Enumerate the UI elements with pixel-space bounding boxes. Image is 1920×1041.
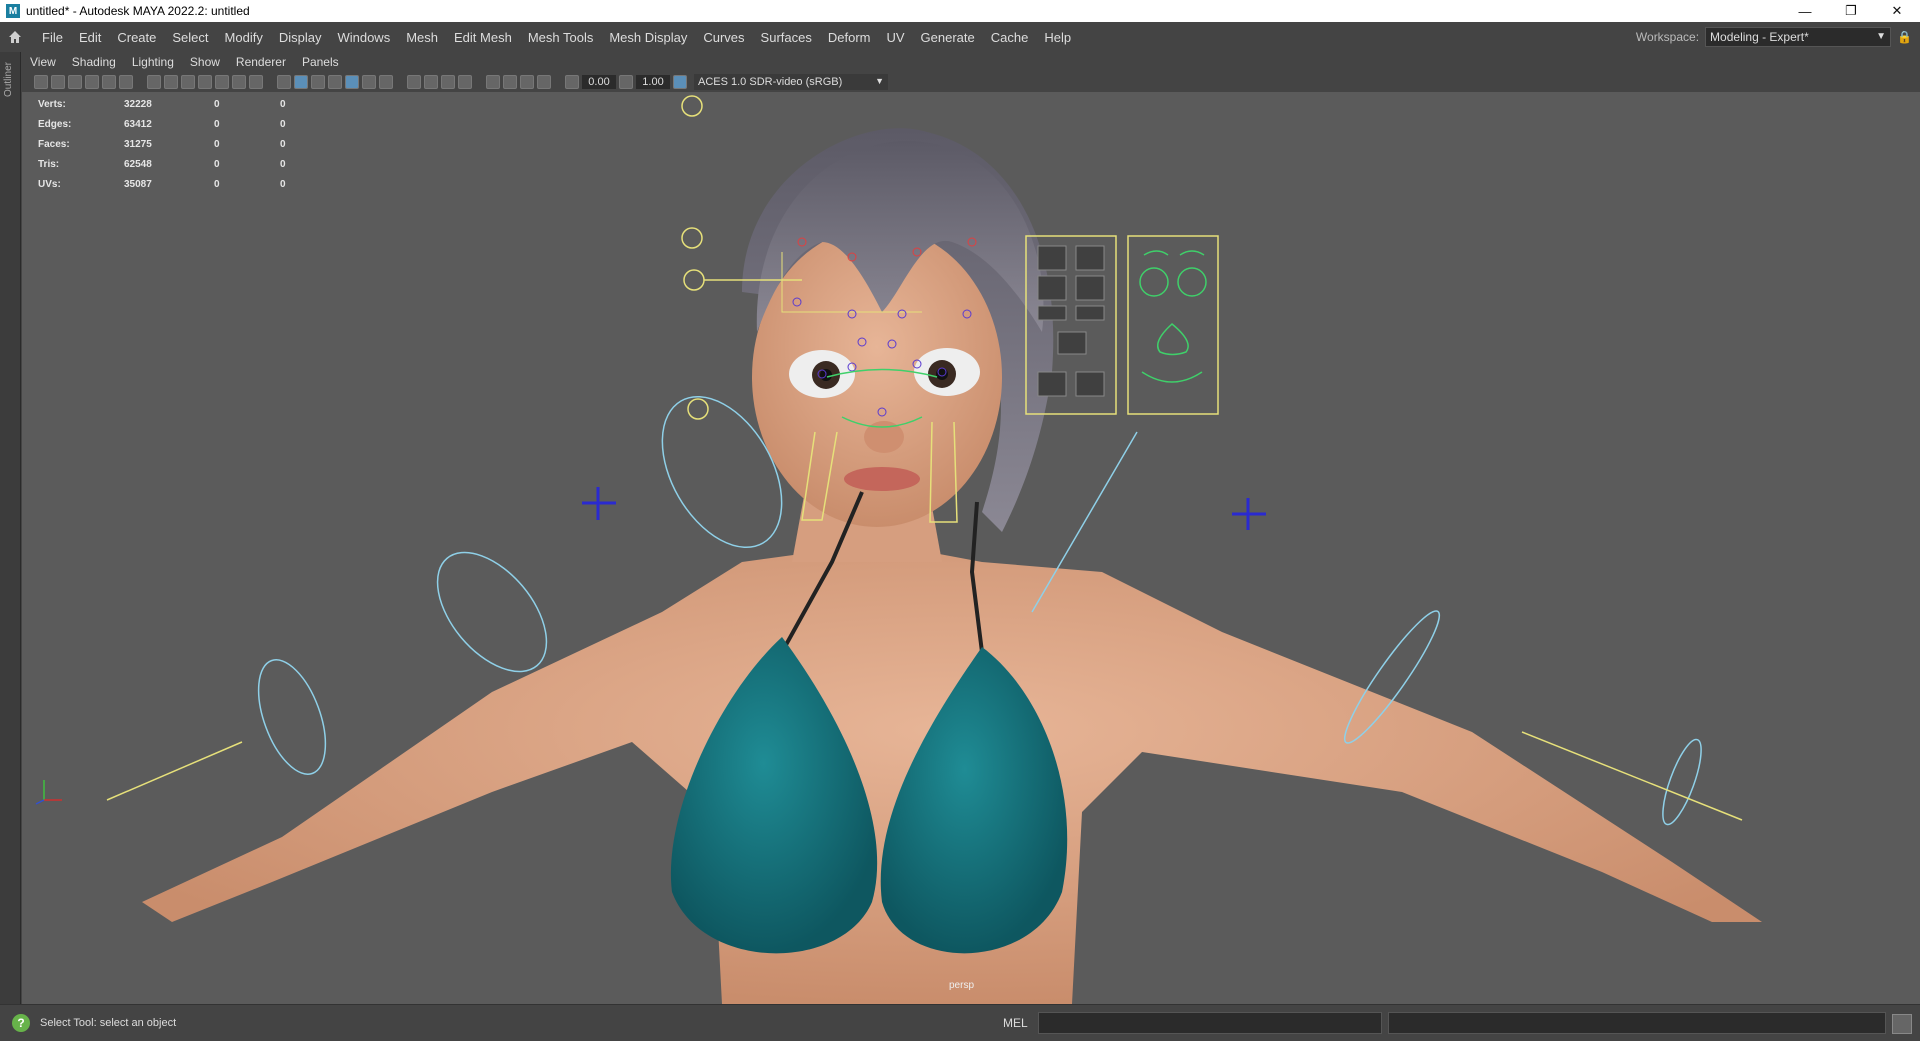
menu-uv[interactable]: UV (878, 30, 912, 45)
menu-cache[interactable]: Cache (983, 30, 1037, 45)
title-bar: M untitled* - Autodesk MAYA 2022.2: unti… (0, 0, 1920, 22)
main-menu-bar: File Edit Create Select Modify Display W… (0, 22, 1920, 52)
home-icon[interactable] (6, 28, 24, 46)
image-plane-icon[interactable] (102, 75, 116, 89)
exposure-field[interactable]: 0.00 (582, 75, 616, 89)
axis-gizmo (35, 780, 62, 805)
menu-edit[interactable]: Edit (71, 30, 109, 45)
menu-modify[interactable]: Modify (217, 30, 271, 45)
menu-display[interactable]: Display (271, 30, 330, 45)
xray-active-icon[interactable] (520, 75, 534, 89)
hud-row-uvs: UVs: 35087 0 0 (38, 178, 286, 190)
panel-toolbar: 0.00 1.00 ACES 1.0 SDR-video (sRGB) ▼ (22, 72, 1920, 92)
panel-menu-lighting[interactable]: Lighting (124, 55, 182, 69)
menu-generate[interactable]: Generate (913, 30, 983, 45)
camera-label: persp (949, 980, 975, 991)
chevron-down-icon: ▼ (875, 76, 884, 86)
workspace-label: Workspace: (1635, 30, 1700, 44)
exposure-icon[interactable] (565, 75, 579, 89)
menu-curves[interactable]: Curves (695, 30, 752, 45)
color-space-dropdown[interactable]: ACES 1.0 SDR-video (sRGB) ▼ (694, 74, 888, 90)
menu-mesh[interactable]: Mesh (398, 30, 446, 45)
chevron-down-icon: ▼ (1876, 31, 1887, 42)
help-icon: ? (12, 1014, 30, 1032)
camera-attributes-icon[interactable] (68, 75, 82, 89)
menu-windows[interactable]: Windows (329, 30, 398, 45)
panel-menu-shading[interactable]: Shading (64, 55, 124, 69)
gate-mask-icon[interactable] (198, 75, 212, 89)
close-icon[interactable]: ✕ (1874, 0, 1920, 22)
script-editor-icon[interactable] (1892, 1014, 1912, 1034)
maya-app-icon: M (6, 4, 20, 18)
window-title: untitled* - Autodesk MAYA 2022.2: untitl… (26, 4, 250, 18)
shadows-icon[interactable] (362, 75, 376, 89)
menu-help[interactable]: Help (1036, 30, 1079, 45)
xray-joints-icon[interactable] (503, 75, 517, 89)
menu-file[interactable]: File (34, 30, 71, 45)
mel-label[interactable]: MEL (1003, 1016, 1028, 1030)
bookmark-icon[interactable] (85, 75, 99, 89)
menu-deform[interactable]: Deform (820, 30, 879, 45)
wireframe-icon[interactable] (277, 75, 291, 89)
menu-mesh-tools[interactable]: Mesh Tools (520, 30, 602, 45)
workspace-dropdown[interactable]: Modeling - Expert* ▼ (1705, 27, 1892, 47)
motion-blur-icon[interactable] (407, 75, 421, 89)
character-mouth[interactable] (844, 467, 920, 491)
hud-row-faces: Faces: 31275 0 0 (38, 138, 286, 150)
window-controls: — ❐ ✕ (1782, 0, 1920, 22)
hud-row-edges: Edges: 63412 0 0 (38, 118, 286, 130)
gamma-icon[interactable] (619, 75, 633, 89)
use-all-lights-icon[interactable] (345, 75, 359, 89)
anti-aliasing-icon[interactable] (424, 75, 438, 89)
help-message: Select Tool: select an object (40, 1017, 177, 1029)
field-chart-icon[interactable] (215, 75, 229, 89)
smooth-shade-icon[interactable] (294, 75, 308, 89)
outliner-label: Outliner (3, 62, 14, 98)
color-management-icon[interactable] (673, 75, 687, 89)
camera-lock-icon[interactable] (51, 75, 65, 89)
menu-edit-mesh[interactable]: Edit Mesh (446, 30, 520, 45)
menu-create[interactable]: Create (109, 30, 164, 45)
panel-menu-renderer[interactable]: Renderer (228, 55, 294, 69)
panel-menu-panels[interactable]: Panels (294, 55, 347, 69)
wireframe-on-shaded-icon[interactable] (311, 75, 325, 89)
hud-row-verts: Verts: 32228 0 0 (38, 98, 286, 110)
panel-menu-view[interactable]: View (22, 55, 64, 69)
camera-select-icon[interactable] (34, 75, 48, 89)
workspace-selector: Workspace: Modeling - Expert* ▼ 🔒 (1636, 22, 1920, 52)
safe-action-icon[interactable] (232, 75, 246, 89)
panel-menu-show[interactable]: Show (182, 55, 228, 69)
menu-mesh-display[interactable]: Mesh Display (601, 30, 695, 45)
gamma-field[interactable]: 1.00 (636, 75, 670, 89)
hud-row-tris: Tris: 62548 0 0 (38, 158, 286, 170)
restore-icon[interactable]: ❐ (1828, 0, 1874, 22)
resolution-gate-icon[interactable] (181, 75, 195, 89)
backface-culling-icon[interactable] (537, 75, 551, 89)
textured-icon[interactable] (328, 75, 342, 89)
screen-space-ao-icon[interactable] (379, 75, 393, 89)
outliner-strip[interactable]: Outliner (0, 52, 21, 1004)
viewport-scene[interactable] (22, 92, 1920, 1004)
xray-icon[interactable] (486, 75, 500, 89)
menu-select[interactable]: Select (164, 30, 216, 45)
lock-icon[interactable]: 🔒 (1897, 30, 1912, 44)
film-gate-icon[interactable] (164, 75, 178, 89)
menu-surfaces[interactable]: Surfaces (753, 30, 820, 45)
safe-title-icon[interactable] (249, 75, 263, 89)
grease-pencil-icon[interactable] (119, 75, 133, 89)
workspace-value: Modeling - Expert* (1710, 30, 1809, 44)
poly-count-hud: Verts: 32228 0 0 Edges: 63412 0 0 Faces:… (38, 94, 320, 194)
depth-of-field-icon[interactable] (441, 75, 455, 89)
color-space-value: ACES 1.0 SDR-video (sRGB) (698, 76, 843, 88)
grid-icon[interactable] (147, 75, 161, 89)
isolate-select-icon[interactable] (458, 75, 472, 89)
panel-menu-bar: View Shading Lighting Show Renderer Pane… (22, 52, 1920, 72)
mel-result-field (1388, 1012, 1886, 1034)
mel-command-input[interactable] (1038, 1012, 1382, 1034)
minimize-icon[interactable]: — (1782, 0, 1828, 22)
3d-viewport[interactable]: Verts: 32228 0 0 Edges: 63412 0 0 Faces:… (22, 92, 1920, 1004)
